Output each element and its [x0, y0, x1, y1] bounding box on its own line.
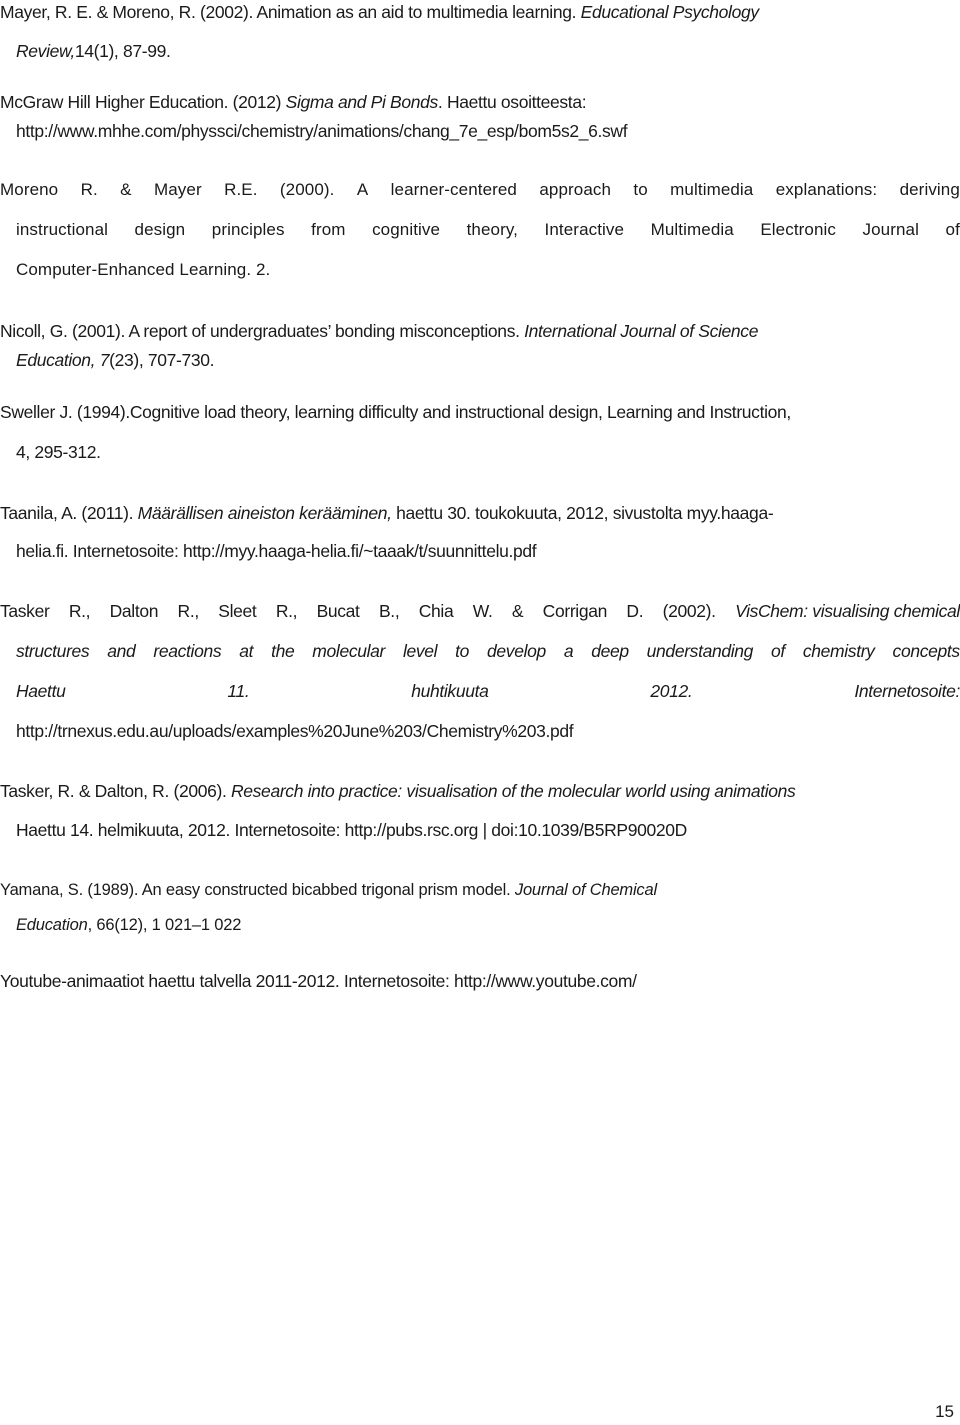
word: A	[356, 180, 369, 199]
word: 2012.	[650, 681, 693, 701]
reference-taanila-2011-line-2: helia.fi. Internetosoite: http://myy.haa…	[16, 541, 537, 561]
word: develop	[487, 641, 546, 661]
word: R.,	[68, 601, 91, 621]
word: multimedia	[670, 180, 754, 199]
word: W.	[472, 601, 493, 621]
reference-nicoll-2001-line-1: Nicoll, G. (2001). A report of undergrad…	[0, 321, 759, 341]
word: instructional	[16, 220, 109, 239]
word: principles	[211, 220, 285, 239]
word: (2002).	[662, 601, 716, 621]
word: Dalton	[109, 601, 159, 621]
word: to	[633, 180, 648, 199]
word: design	[134, 220, 186, 239]
word: Chia	[418, 601, 454, 621]
word: concepts	[892, 641, 960, 661]
word: level	[402, 641, 438, 661]
word: Corrigan	[542, 601, 608, 621]
word: Electronic	[760, 220, 836, 239]
reference-sweller-1994-line-2: 4, 295-312.	[16, 442, 101, 462]
reference-tasker-dalton-2006-line-1: Tasker, R. & Dalton, R. (2006). Research…	[0, 781, 796, 801]
journal-title: Educational Psychology	[580, 2, 759, 22]
word: structures	[16, 641, 90, 661]
word: Tasker	[0, 601, 50, 621]
word: deep	[591, 641, 629, 661]
word: a	[563, 641, 574, 661]
word: Moreno	[0, 180, 59, 199]
word: molecular	[312, 641, 386, 661]
reference-mcgraw-hill-url[interactable]: http://www.mhhe.com/physsci/chemistry/an…	[16, 119, 628, 143]
reference-mayer-moreno-2002-line-1: Mayer, R. E. & Moreno, R. (2002). Animat…	[0, 2, 759, 22]
reference-mayer-moreno-2002-line-2: Review,14(1), 87-99.	[16, 41, 171, 61]
word: huhtikuuta	[411, 681, 489, 701]
word: understanding	[646, 641, 754, 661]
word: Multimedia	[650, 220, 734, 239]
word: R.,	[275, 601, 298, 621]
word: and	[107, 641, 136, 661]
word: theory,	[466, 220, 519, 239]
word: Mayer	[153, 180, 202, 199]
word: of	[945, 220, 960, 239]
reference-yamana-1989-line-2: Education, 66(12), 1 021–1 022	[16, 916, 242, 934]
reference-yamana-1989-line-1: Yamana, S. (1989). An easy constructed b…	[0, 881, 657, 899]
reference-taanila-2011-line-1: Taanila, A. (2011). Määrällisen aineisto…	[0, 503, 774, 523]
word: 11.	[227, 681, 250, 701]
reference-tasker-2002-url[interactable]: http://trnexus.edu.au/uploads/examples%2…	[16, 719, 574, 743]
word: R.,	[177, 601, 200, 621]
word: (2000).	[279, 180, 335, 199]
word: cognitive	[372, 220, 441, 239]
reference-tasker-2002-line-1: Tasker R., Dalton R., Sleet R., Bucat B., Chia W.…	[0, 599, 960, 623]
reference-sweller-1994-line-1: Sweller J. (1994).Cognitive load theory,…	[0, 402, 791, 422]
word: learner-centered	[390, 180, 517, 199]
word: explanations:	[775, 180, 878, 199]
word: &	[511, 601, 524, 621]
word: from	[311, 220, 346, 239]
word: Haettu	[16, 681, 66, 701]
reference-tasker-2002-line-3: Haettu 11. huhtikuuta 2012. Internetosoite:	[16, 679, 960, 703]
word: of	[771, 641, 785, 661]
word: reactions	[153, 641, 222, 661]
reference-mcgraw-hill-line-1: McGraw Hill Higher Education. (2012) Sig…	[0, 92, 587, 112]
word: deriving	[899, 180, 960, 199]
word: Journal	[862, 220, 919, 239]
word: Internetosoite:	[854, 681, 960, 701]
word: R.	[80, 180, 98, 199]
word: approach	[539, 180, 612, 199]
reference-nicoll-2001-line-2: Education, 7(23), 707-730.	[16, 350, 215, 370]
reference-youtube-line-1: Youtube-animaatiot haettu talvella 2011-…	[0, 971, 637, 991]
word: the	[271, 641, 295, 661]
word: at	[239, 641, 254, 661]
reference-moreno-mayer-2000-line-2: instructional design principles from cogniti…	[16, 218, 960, 242]
word: B.,	[378, 601, 400, 621]
reference-moreno-mayer-2000-line-3: Computer-Enhanced Learning. 2.	[16, 260, 271, 279]
word: chemistry	[802, 641, 875, 661]
word: VisChem: visualising chemical	[735, 601, 960, 621]
word: to	[455, 641, 470, 661]
word: R.E.	[224, 180, 258, 199]
reference-moreno-mayer-2000-line-1: Moreno R. & Mayer R.E. (2000). Alearner-center…	[0, 178, 960, 202]
word: D.	[626, 601, 644, 621]
word: &	[120, 180, 132, 199]
reference-tasker-dalton-2006-line-2: Haettu 14. helmikuuta, 2012. Internetoso…	[16, 820, 687, 840]
word: Sleet	[218, 601, 257, 621]
word: Interactive	[544, 220, 625, 239]
word: Bucat	[316, 601, 360, 621]
page-number: 15	[935, 1402, 954, 1421]
reference-tasker-2002-line-2: structures and reactions at the molecular leve…	[16, 639, 960, 663]
